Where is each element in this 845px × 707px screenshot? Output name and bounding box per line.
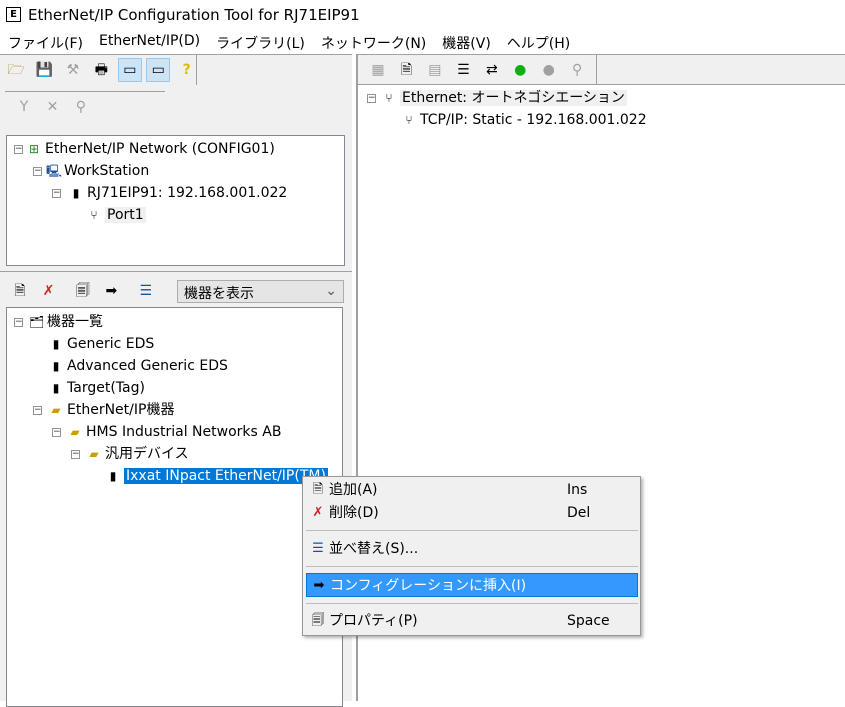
online-icon[interactable]: ● bbox=[508, 58, 532, 82]
tree-item-port[interactable]: ⑂ Port1 bbox=[87, 204, 146, 226]
menu-file[interactable]: ファイル(F) bbox=[0, 30, 91, 54]
print-icon[interactable]: 🖶 bbox=[89, 59, 113, 83]
tcpip-icon: ⑂ bbox=[405, 113, 413, 127]
device-toolbar: 🗎 ✗ 🗐 ➡ ☰ bbox=[8, 279, 158, 304]
search-device-icon[interactable]: 🗎 bbox=[394, 59, 418, 83]
collapse-icon[interactable]: − bbox=[14, 318, 23, 327]
delete-device-icon[interactable]: ✗ bbox=[36, 279, 60, 303]
right-toolbar: ▦ 🗎 ▤ ☰ ⇄ ● ● ⚲ bbox=[356, 54, 845, 85]
delete-icon: ✗ bbox=[312, 505, 324, 520]
menu-separator bbox=[306, 530, 638, 531]
view-select[interactable]: 機器を表示 ⌄ bbox=[177, 280, 344, 303]
scan-icon[interactable]: ▦ bbox=[366, 58, 390, 82]
collapse-icon[interactable]: − bbox=[52, 428, 61, 437]
properties-icon[interactable]: 🗐 bbox=[71, 280, 95, 304]
menu-separator bbox=[306, 566, 638, 567]
compare-icon[interactable]: ▤ bbox=[423, 58, 447, 82]
menu-item-add[interactable]: 🗎 追加(A) Ins bbox=[306, 478, 638, 502]
tree-item-ethernet[interactable]: ⑂ Ethernet: オートネゴシエーション bbox=[382, 87, 627, 109]
collapse-icon[interactable]: − bbox=[33, 167, 42, 176]
tree-item-module[interactable]: ▮ RJ71EIP91: 192.168.001.022 bbox=[69, 182, 288, 204]
toolbar-divider bbox=[596, 55, 597, 85]
window-title: EtherNet/IP Configuration Tool for RJ71E… bbox=[28, 6, 360, 24]
tree-item-advanced-generic-eds[interactable]: ▮ Advanced Generic EDS bbox=[49, 355, 228, 377]
menu-device[interactable]: 機器(V) bbox=[434, 30, 499, 54]
arrow-right-icon: ➡ bbox=[313, 578, 325, 593]
menu-separator bbox=[306, 603, 638, 604]
open-icon[interactable]: 🗁 bbox=[4, 59, 28, 83]
add-icon: 🗎 bbox=[312, 482, 324, 497]
device-icon: ▮ bbox=[109, 469, 117, 483]
add-device-icon[interactable]: 🗎 bbox=[8, 280, 32, 304]
tree-item-target-tag[interactable]: ▮ Target(Tag) bbox=[49, 377, 145, 399]
tree-item-tcpip[interactable]: ⑂ TCP/IP: Static - 192.168.001.022 bbox=[402, 109, 646, 131]
menu-item-insert-config[interactable]: ➡ コンフィグレーションに挿入(I) bbox=[306, 573, 638, 597]
device-tree: − 🗂 機器一覧 ▮ Generic EDS ▮ Advanced Generic E… bbox=[6, 307, 343, 707]
computer-icon: 🖳 bbox=[46, 164, 63, 178]
menu-item-delete[interactable]: ✗ 削除(D) Del bbox=[306, 501, 638, 525]
context-menu: 🗎 追加(A) Ins ✗ 削除(D) Del ☰ 並べ替え(S)... ➡ コンフィグレー… bbox=[302, 476, 641, 636]
network-toolbar: Y ✕ ⚲ bbox=[12, 95, 93, 119]
insert-arrow-icon[interactable]: ➡ bbox=[99, 279, 123, 303]
module-icon: ▮ bbox=[72, 186, 80, 200]
tree-item-workstation[interactable]: 🖳 WorkStation bbox=[46, 160, 149, 182]
collapse-icon[interactable]: − bbox=[367, 94, 376, 103]
layout1-icon[interactable]: ▭ bbox=[117, 58, 142, 82]
device-folder-icon: ▰ bbox=[89, 447, 99, 461]
sort-icon: ☰ bbox=[312, 541, 324, 556]
menu-library[interactable]: ライブラリ(L) bbox=[208, 30, 313, 54]
device-folder-icon: ▰ bbox=[51, 403, 61, 417]
splitter[interactable] bbox=[0, 268, 352, 272]
layout2-icon[interactable]: ▭ bbox=[146, 58, 171, 82]
disconnect-icon[interactable]: ✕ bbox=[40, 95, 64, 119]
collapse-icon[interactable]: − bbox=[33, 406, 42, 415]
main-toolbar: 🗁 💾 ⚒ 🖶 ▭ ▭ ? bbox=[4, 58, 199, 83]
chevron-down-icon: ⌄ bbox=[325, 283, 337, 299]
menu-help[interactable]: ヘルプ(H) bbox=[499, 30, 578, 54]
title-bar: E EtherNet/IP Configuration Tool for RJ7… bbox=[0, 0, 845, 30]
tree-item-generic-eds[interactable]: ▮ Generic EDS bbox=[49, 333, 155, 355]
antenna-icon[interactable]: Y bbox=[12, 95, 36, 119]
menu-item-sort[interactable]: ☰ 並べ替え(S)... bbox=[306, 537, 638, 561]
tree-item-device-list[interactable]: 🗂 機器一覧 bbox=[29, 311, 103, 333]
network-icon: ⊞ bbox=[28, 142, 40, 156]
folder-icon: 🗂 bbox=[29, 315, 45, 329]
save-icon[interactable]: 💾 bbox=[32, 58, 56, 82]
offline-icon[interactable]: ● bbox=[537, 58, 561, 82]
menu-bar: ファイル(F) EtherNet/IP(D) ライブラリ(L) ネットワーク(N… bbox=[0, 30, 845, 54]
tree-item-device[interactable]: ▮ Ixxat INpact EtherNet/IP(TM) bbox=[106, 465, 328, 487]
tools-icon[interactable]: ⚒ bbox=[61, 58, 85, 82]
diagnose-icon[interactable]: ⚲ bbox=[565, 58, 589, 82]
tree-item-network[interactable]: ⊞ EtherNet/IP Network (CONFIG01) bbox=[27, 138, 275, 160]
probe-icon[interactable]: ⚲ bbox=[69, 95, 93, 119]
network-tree: − ⊞ EtherNet/IP Network (CONFIG01) − 🖳 Wor… bbox=[6, 135, 345, 266]
device-icon: ▮ bbox=[52, 337, 60, 351]
tree-item-ethernetip-devices[interactable]: ▰ EtherNet/IP機器 bbox=[49, 399, 174, 421]
tree-item-category[interactable]: ▰ 汎用デバイス bbox=[87, 443, 188, 465]
menu-ethernetip[interactable]: EtherNet/IP(D) bbox=[91, 30, 208, 54]
menu-item-properties[interactable]: 🗐 プロパティ(P) Space bbox=[306, 609, 638, 633]
port-icon: ⑂ bbox=[90, 208, 98, 222]
device-icon: ▮ bbox=[52, 359, 60, 373]
transfer-icon[interactable]: ⇄ bbox=[480, 58, 504, 82]
properties-icon: 🗐 bbox=[311, 613, 325, 628]
toolbar-divider bbox=[196, 55, 197, 85]
sort-icon[interactable]: ☰ bbox=[134, 279, 158, 303]
app-icon: E bbox=[6, 7, 21, 22]
collapse-icon[interactable]: − bbox=[14, 145, 23, 154]
collapse-icon[interactable]: − bbox=[71, 450, 80, 459]
port-icon: ⑂ bbox=[385, 91, 393, 105]
divider bbox=[5, 91, 165, 92]
list-icon[interactable]: ☰ bbox=[451, 58, 475, 82]
menu-network[interactable]: ネットワーク(N) bbox=[313, 30, 434, 54]
collapse-icon[interactable]: − bbox=[52, 189, 61, 198]
left-pane: 🗁 💾 ⚒ 🖶 ▭ ▭ ? Y ✕ ⚲ − ⊞ EtherNet/IP Netwo… bbox=[0, 54, 352, 707]
tree-item-vendor[interactable]: ▰ HMS Industrial Networks AB bbox=[68, 421, 281, 443]
device-folder-icon: ▰ bbox=[70, 425, 80, 439]
device-icon: ▮ bbox=[52, 381, 60, 395]
